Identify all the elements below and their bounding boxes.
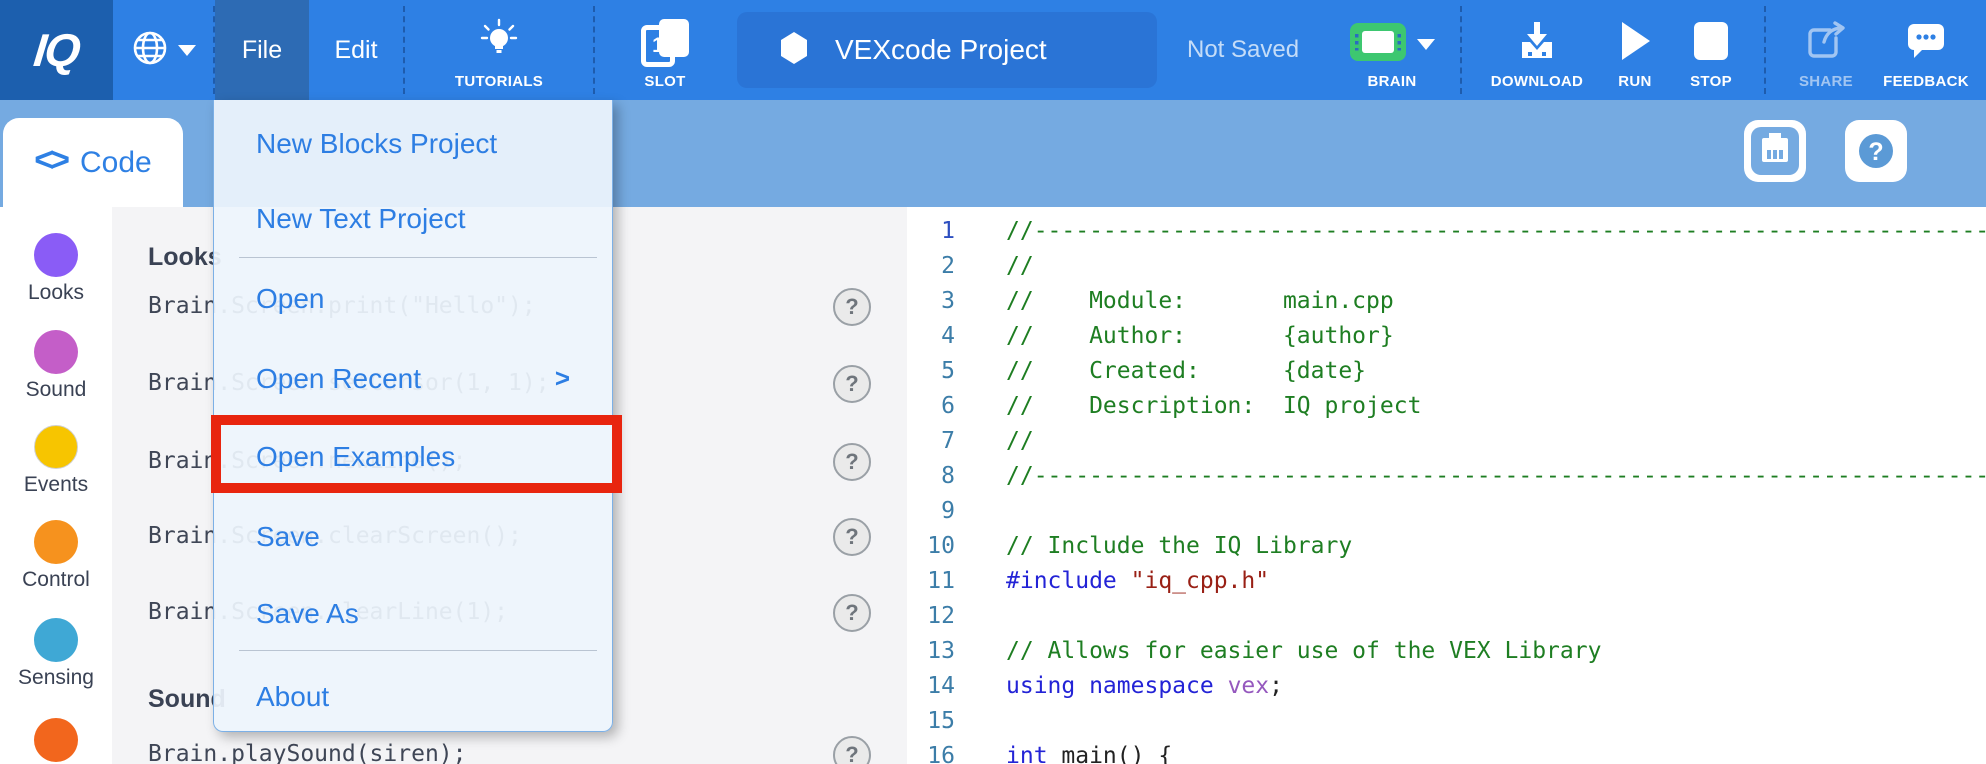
file-menu-label: File	[242, 36, 282, 65]
vexcode-iq-app: IQ File Edit	[0, 0, 1986, 764]
menu-divider	[239, 257, 597, 258]
chevron-down-icon	[1417, 39, 1435, 50]
code-line: 13// Allows for easier use of the VEX Li…	[907, 634, 1986, 669]
run-button[interactable]: RUN	[1598, 0, 1672, 100]
project-name: VEXcode Project	[835, 34, 1047, 66]
edit-menu-label: Edit	[334, 36, 377, 65]
project-name-field[interactable]: VEXcode Project	[737, 12, 1157, 88]
sensing-category-icon	[34, 618, 78, 662]
code-line: 5// Created: {date}	[907, 354, 1986, 389]
code-line: 9	[907, 494, 1986, 529]
code-line: 10// Include the IQ Library	[907, 529, 1986, 564]
menu-item-new-blocks-project[interactable]: New Blocks Project	[256, 128, 596, 160]
code-line: 11#include "iq_cpp.h"	[907, 564, 1986, 599]
tab-code[interactable]: <> Code	[3, 118, 183, 207]
code-line: 2//	[907, 249, 1986, 284]
help-icon[interactable]: ?	[833, 365, 871, 403]
feedback-label: FEEDBACK	[1883, 73, 1969, 90]
help-button[interactable]: ?	[1845, 120, 1907, 182]
menu-item-about[interactable]: About	[256, 681, 596, 713]
slot-label: SLOT	[644, 73, 685, 90]
menu-item-save[interactable]: Save	[256, 521, 596, 553]
code-tab-label: Code	[80, 146, 152, 180]
sidebar-item-looks[interactable]: Looks	[0, 233, 112, 305]
download-button[interactable]: DOWNLOAD	[1476, 0, 1598, 100]
language-selector[interactable]	[113, 0, 213, 100]
help-icon[interactable]: ?	[833, 736, 871, 764]
toolbar-right-group: BRAIN DOWNLOAD	[1338, 0, 1986, 100]
code-line: 7//	[907, 424, 1986, 459]
category-sidebar: Looks Sound Events Control Sensing	[0, 207, 112, 764]
sidebar-item-events[interactable]: Events	[0, 425, 112, 497]
help-icon[interactable]: ?	[833, 288, 871, 326]
globe-icon	[130, 28, 170, 73]
hexagon-icon	[779, 31, 809, 70]
share-label: SHARE	[1799, 73, 1853, 90]
code-editor[interactable]: 1//-------------------------------------…	[907, 207, 1986, 764]
save-status: Not Saved	[1187, 36, 1299, 64]
help-icon[interactable]: ?	[833, 443, 871, 481]
brain-label: BRAIN	[1368, 73, 1417, 90]
feedback-bubble-icon	[1904, 20, 1948, 67]
events-category-icon	[34, 425, 78, 469]
share-icon	[1804, 20, 1848, 67]
feedback-button[interactable]: FEEDBACK	[1872, 0, 1980, 100]
menu-item-save-as[interactable]: Save As	[256, 598, 596, 630]
device-port-button[interactable]	[1744, 120, 1806, 182]
iq-logo-text: IQ	[31, 23, 81, 77]
top-toolbar: IQ File Edit	[0, 0, 1986, 100]
code-line: 1//-------------------------------------…	[907, 214, 1986, 249]
submenu-arrow-icon: >	[555, 363, 570, 394]
code-line: 15	[907, 704, 1986, 739]
code-line: 6// Description: IQ project	[907, 389, 1986, 424]
code-brackets-icon: <>	[34, 141, 66, 184]
stop-icon	[1692, 20, 1730, 67]
menu-divider	[239, 650, 597, 651]
section-header-looks: Looks	[148, 243, 222, 272]
sidebar-item-sound[interactable]: Sound	[0, 330, 112, 402]
code-line: 8//-------------------------------------…	[907, 459, 1986, 494]
menu-item-new-text-project[interactable]: New Text Project	[256, 203, 596, 235]
menu-item-open[interactable]: Open	[256, 283, 596, 315]
help-icon[interactable]: ?	[833, 518, 871, 556]
download-icon	[1514, 20, 1560, 67]
code-line: 4// Author: {author}	[907, 319, 1986, 354]
stop-button[interactable]: STOP	[1672, 0, 1750, 100]
sidebar-item-control[interactable]: Control	[0, 520, 112, 592]
download-label: DOWNLOAD	[1491, 73, 1583, 90]
share-button[interactable]: SHARE	[1780, 0, 1872, 100]
control-category-icon	[34, 520, 78, 564]
sidebar-item-partial[interactable]	[0, 718, 112, 762]
chevron-down-icon	[178, 45, 196, 56]
file-menu-button[interactable]: File	[215, 0, 309, 100]
code-line: 14using namespace vex;	[907, 669, 1986, 704]
brain-icon	[1349, 22, 1407, 67]
run-label: RUN	[1618, 73, 1651, 90]
slot-icon: 1	[641, 19, 689, 67]
edit-menu-button[interactable]: Edit	[309, 0, 403, 100]
code-line: 12	[907, 599, 1986, 634]
lightbulb-icon	[477, 18, 521, 67]
iq-logo: IQ	[0, 0, 113, 100]
question-mark-glyph: ?	[1868, 138, 1883, 166]
sound-category-icon	[34, 330, 78, 374]
command-row[interactable]: Brain.playSound(siren);	[148, 741, 467, 764]
tutorials-label: TUTORIALS	[455, 73, 543, 90]
category-icon	[34, 718, 78, 762]
slot-number: 1	[641, 25, 675, 67]
menu-item-open-recent[interactable]: Open Recent >	[256, 363, 596, 395]
code-line: 3// Module: main.cpp	[907, 284, 1986, 319]
slot-button[interactable]: 1 SLOT	[595, 0, 735, 100]
help-icon[interactable]: ?	[833, 594, 871, 632]
tutorials-button[interactable]: TUTORIALS	[405, 0, 593, 100]
sidebar-item-sensing[interactable]: Sensing	[0, 618, 112, 690]
play-icon	[1618, 20, 1652, 67]
looks-category-icon	[34, 233, 78, 277]
brain-button[interactable]: BRAIN	[1338, 0, 1446, 100]
toolbar-separator	[1764, 6, 1766, 94]
stop-label: STOP	[1690, 73, 1732, 90]
code-line: 16int main() {	[907, 739, 1986, 764]
toolbar-separator	[1460, 6, 1462, 94]
highlight-annotation-box	[211, 415, 622, 493]
